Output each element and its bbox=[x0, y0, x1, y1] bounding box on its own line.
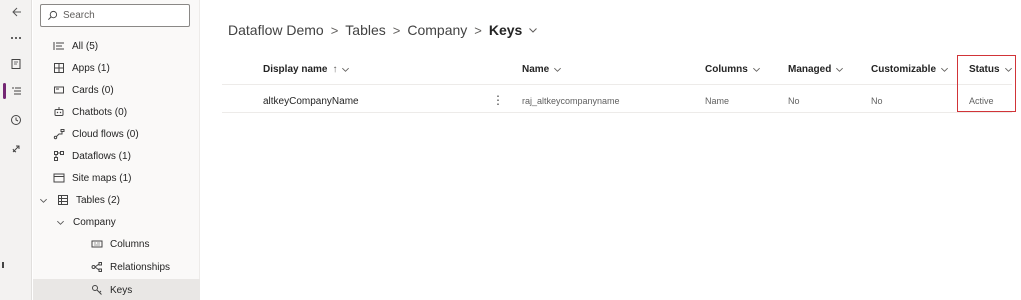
table-icon bbox=[56, 194, 69, 207]
chevron-down-icon[interactable] bbox=[752, 65, 761, 74]
tree-item-tables[interactable]: Tables (2) bbox=[33, 189, 200, 211]
tree-item-site-maps[interactable]: Site maps (1) bbox=[33, 167, 200, 189]
chevron-down-icon[interactable] bbox=[341, 65, 350, 74]
key-icon bbox=[90, 284, 103, 297]
tree-item-label: Relationships bbox=[110, 261, 171, 273]
search-input[interactable] bbox=[63, 10, 183, 21]
column-header-name[interactable]: Name bbox=[522, 60, 562, 78]
tree-item-label: Dataflows (1) bbox=[72, 150, 131, 162]
status-column-highlight bbox=[957, 55, 1016, 112]
breadcrumb-item-tables[interactable]: Tables bbox=[345, 22, 385, 38]
chevron-down-icon[interactable] bbox=[835, 65, 844, 74]
back-arrow-icon[interactable] bbox=[0, 0, 32, 24]
breadcrumb-separator: > bbox=[392, 22, 401, 38]
tree-item-label: Company bbox=[73, 216, 116, 228]
tree-item-label: Cards (0) bbox=[72, 84, 114, 96]
tree-item-label: Apps (1) bbox=[72, 62, 110, 74]
column-header-display-name[interactable]: Display name ↑ bbox=[263, 60, 350, 78]
breadcrumb-separator: > bbox=[330, 22, 339, 38]
dataflow-icon bbox=[52, 150, 65, 163]
more-options-icon[interactable]: ⋮ bbox=[492, 92, 504, 108]
tree-item-label: All (5) bbox=[72, 40, 99, 52]
tree-item-label: Columns bbox=[110, 238, 150, 250]
tree-item-label: Chatbots (0) bbox=[72, 106, 128, 118]
tree-item-chatbots[interactable]: Chatbots (0) bbox=[33, 101, 200, 123]
relationships-icon bbox=[90, 261, 103, 274]
chevron-down-icon[interactable] bbox=[55, 217, 65, 227]
object-tree-pane: All (5) Apps (1) Cards (0) Chatbots (0) … bbox=[33, 0, 200, 300]
tree-item-company[interactable]: Company bbox=[33, 211, 200, 233]
more-icon[interactable] bbox=[0, 26, 32, 50]
tree-item-label: Site maps (1) bbox=[72, 172, 132, 184]
tree-item-keys[interactable]: Keys bbox=[33, 279, 200, 300]
sort-ascending-icon: ↑ bbox=[332, 63, 338, 75]
cell-customizable: No bbox=[871, 96, 883, 106]
tree-item-label: Cloud flows (0) bbox=[72, 128, 139, 140]
rail-marker bbox=[2, 262, 4, 268]
cell-columns: Name bbox=[705, 96, 730, 106]
card-icon bbox=[52, 84, 65, 97]
apps-icon bbox=[52, 62, 65, 75]
breadcrumb-current: Keys bbox=[488, 22, 523, 38]
history-icon[interactable] bbox=[0, 108, 32, 132]
book-icon[interactable] bbox=[0, 52, 32, 76]
breadcrumb-separator: > bbox=[474, 22, 482, 38]
cell-display-name[interactable]: altkeyCompanyName bbox=[263, 94, 359, 108]
tree-item-columns[interactable]: Columns bbox=[33, 233, 200, 255]
tree-view-icon[interactable] bbox=[0, 79, 32, 103]
row-divider bbox=[222, 112, 1012, 113]
tree-item-label: Tables (2) bbox=[76, 194, 120, 206]
column-header-label: Name bbox=[522, 63, 550, 75]
tree-item-apps[interactable]: Apps (1) bbox=[33, 57, 200, 79]
tree-item-relationships[interactable]: Relationships bbox=[33, 256, 200, 278]
chevron-down-icon[interactable] bbox=[528, 25, 538, 35]
header-divider bbox=[222, 84, 1012, 85]
cell-managed: No bbox=[788, 96, 800, 106]
search-box[interactable] bbox=[40, 4, 190, 27]
column-header-label: Managed bbox=[788, 63, 832, 75]
chevron-down-icon[interactable] bbox=[940, 65, 949, 74]
chevron-down-icon[interactable] bbox=[553, 65, 562, 74]
rocket-icon[interactable] bbox=[0, 137, 32, 161]
cell-name: raj_altkeycompanyname bbox=[522, 96, 620, 106]
column-header-customizable[interactable]: Customizable bbox=[871, 60, 949, 78]
chatbot-icon bbox=[52, 106, 65, 119]
breadcrumb-item-company[interactable]: Company bbox=[407, 22, 467, 38]
tree-item-all[interactable]: All (5) bbox=[33, 35, 200, 57]
tree-item-dataflows[interactable]: Dataflows (1) bbox=[33, 145, 200, 167]
column-header-label: Columns bbox=[705, 63, 748, 75]
breadcrumb: Dataflow Demo > Tables > Company > Keys bbox=[228, 22, 538, 38]
columns-icon bbox=[90, 238, 103, 251]
breadcrumb-item-solution[interactable]: Dataflow Demo bbox=[228, 22, 324, 38]
left-rail bbox=[0, 0, 32, 300]
column-header-label: Customizable bbox=[871, 63, 937, 75]
tree-item-cards[interactable]: Cards (0) bbox=[33, 79, 200, 101]
flow-icon bbox=[52, 128, 65, 141]
tree-item-label: Keys bbox=[110, 284, 133, 296]
column-header-managed[interactable]: Managed bbox=[788, 60, 844, 78]
column-header-columns[interactable]: Columns bbox=[705, 60, 761, 78]
list-icon bbox=[52, 40, 65, 53]
column-header-label: Display name bbox=[263, 63, 328, 75]
chevron-down-icon[interactable] bbox=[38, 195, 48, 205]
sitemap-icon bbox=[52, 172, 65, 185]
search-icon bbox=[48, 10, 58, 20]
tree-item-cloud-flows[interactable]: Cloud flows (0) bbox=[33, 123, 200, 145]
